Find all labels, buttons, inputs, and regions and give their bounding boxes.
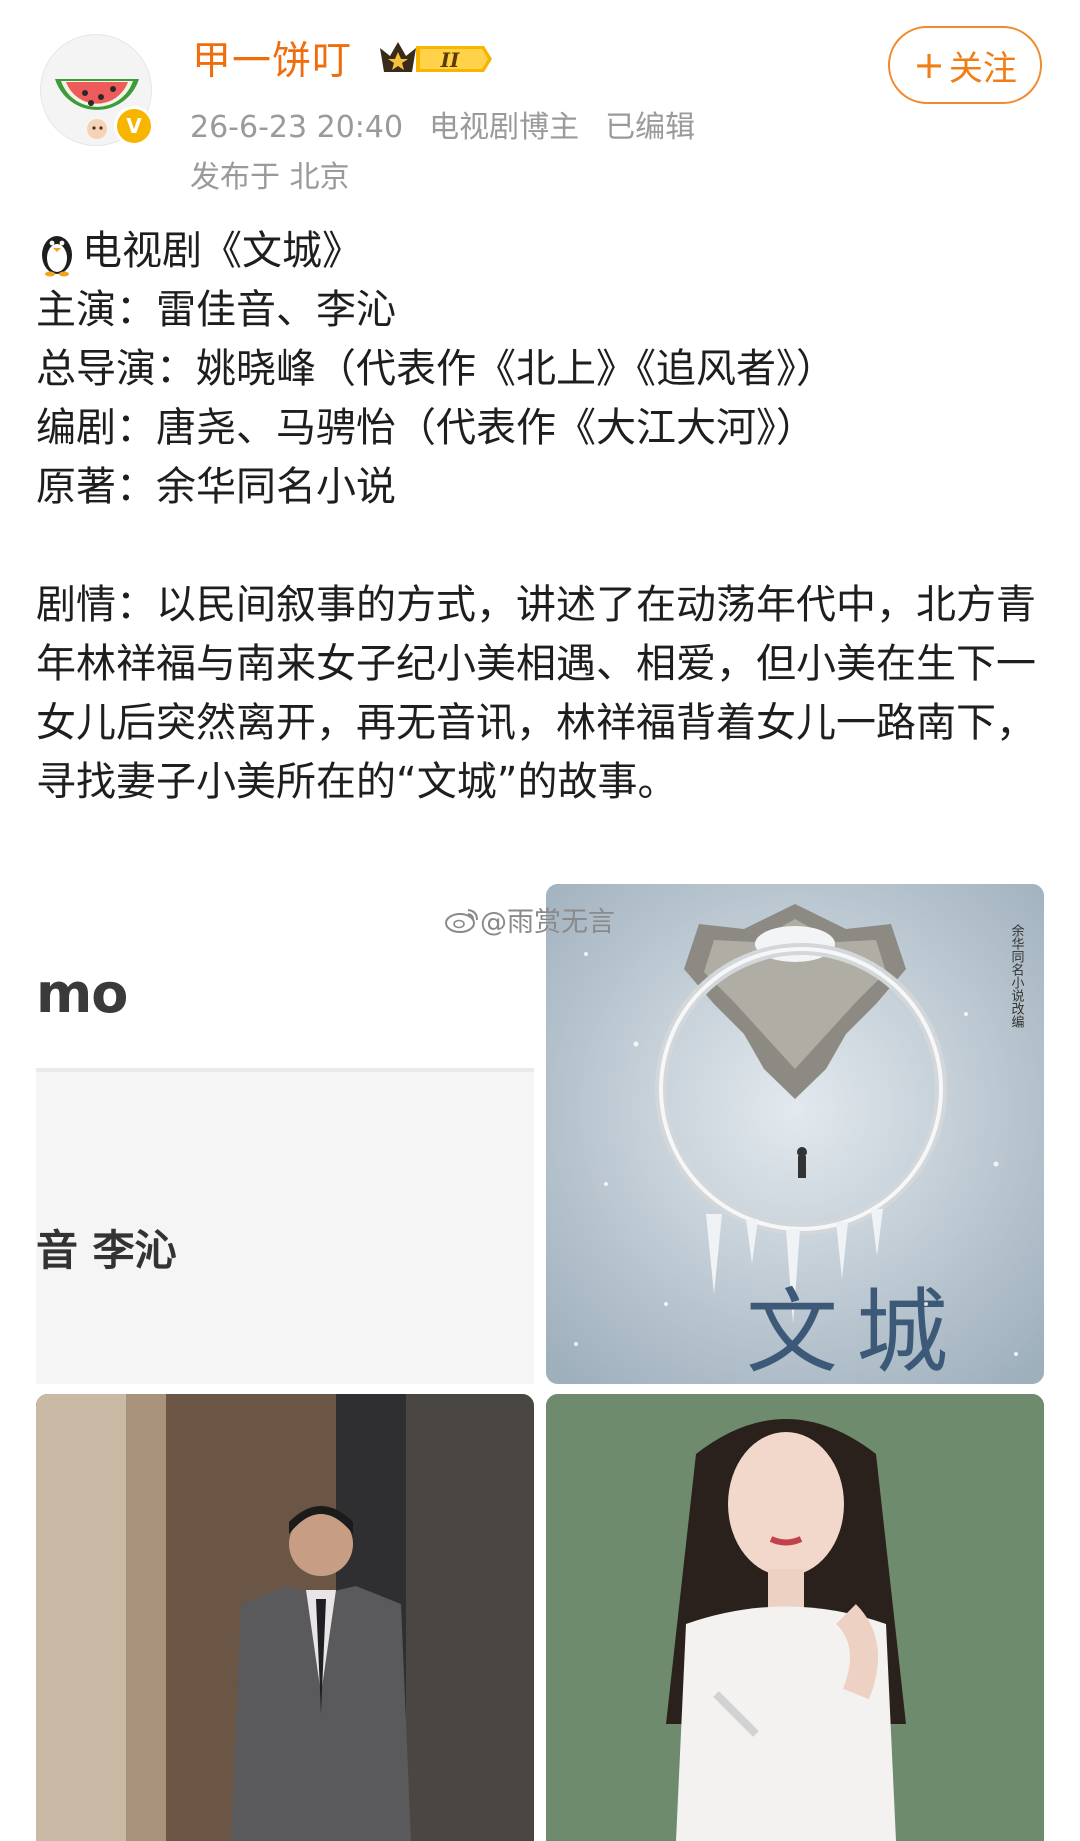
- watermark-handle: @雨赏无言: [480, 907, 615, 938]
- image-1-cropped-screenshot[interactable]: mo 音 李沁: [36, 884, 534, 1384]
- image-2-poster[interactable]: 余华同名小说改编 文城: [546, 884, 1044, 1384]
- edited-label[interactable]: 已编辑: [605, 110, 695, 145]
- author-role: 电视剧博主: [429, 110, 580, 145]
- rank-badge: II: [376, 36, 492, 86]
- image-3-actor-photo[interactable]: [36, 1394, 534, 1841]
- username[interactable]: 甲一饼叮: [192, 30, 352, 86]
- verified-v-icon: V: [114, 106, 154, 146]
- actor-photo-art: [36, 1394, 534, 1841]
- cropped-text-mo: mo: [36, 962, 128, 1025]
- post-director: 总导演：姚晓峰（代表作《北上》《追风者》）: [36, 346, 836, 392]
- image-watermark: @雨赏无言: [444, 900, 615, 939]
- weibo-logo-icon: [445, 908, 478, 933]
- post-meta: 26-6-23 20:40 电视剧博主 已编辑: [190, 102, 721, 146]
- cropped-text-names: 音 李沁: [36, 1226, 177, 1275]
- image-4-actress-photo[interactable]: [546, 1394, 1044, 1841]
- post-plot: 剧情：以民间叙事的方式，讲述了在动荡年代中，北方青年林祥福与南来女子纪小美相遇、…: [36, 582, 1036, 805]
- follow-label: 关注: [948, 48, 1017, 89]
- poster-art: 余华同名小说改编 文城: [546, 884, 1044, 1384]
- follow-button[interactable]: + 关注: [888, 26, 1042, 104]
- penguin-icon: [42, 235, 72, 276]
- post-title: 电视剧《文城》: [82, 228, 362, 274]
- timestamp: 26-6-23 20:40: [190, 110, 404, 145]
- post-cast: 主演：雷佳音、李沁: [36, 287, 396, 333]
- location: 发布于 北京: [190, 160, 350, 195]
- svg-text:文城: 文城: [746, 1279, 966, 1384]
- post-body: 电视剧《文城》 主演：雷佳音、李沁 总导演：姚晓峰（代表作《北上》《追风者》） …: [36, 222, 1046, 812]
- svg-text:余华同名小说改编: 余华同名小说改编: [1009, 923, 1025, 1028]
- post-writer: 编剧：唐尧、马骋怡（代表作《大江大河》）: [36, 405, 816, 451]
- svg-text:II: II: [440, 48, 460, 72]
- post-title-line: 电视剧《文城》: [36, 222, 1046, 281]
- plus-icon: +: [913, 43, 945, 87]
- actress-photo-art: [546, 1394, 1044, 1841]
- post-original: 原著：余华同名小说: [36, 464, 396, 510]
